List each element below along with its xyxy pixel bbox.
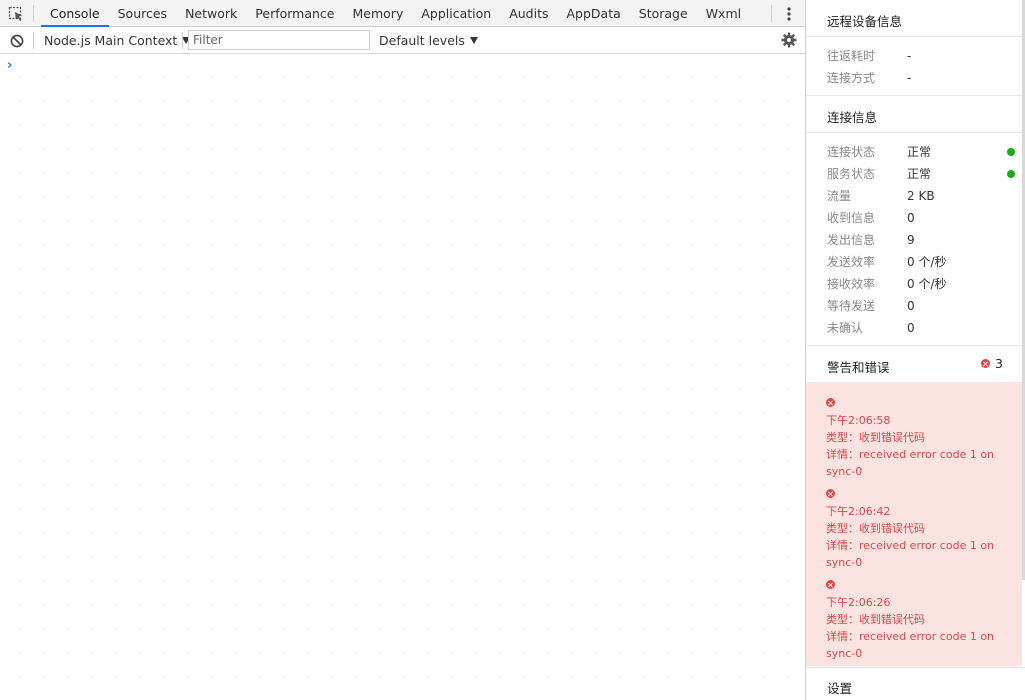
error-count: 3 (995, 356, 1003, 371)
remote-device-info-title: 远程设备信息 (827, 14, 903, 29)
info-label: 服务状态 (827, 167, 876, 181)
devtools-tabbar: Console Sources Network Performance Memo… (0, 0, 805, 27)
status-ok-icon (1007, 170, 1015, 178)
info-value: - (907, 71, 912, 85)
info-label: 收到信息 (827, 211, 876, 225)
info-label: 接收效率 (827, 277, 876, 291)
info-label: 发出信息 (827, 233, 876, 247)
log-levels-select[interactable]: Default levels (379, 31, 478, 50)
toolbar-separator (33, 5, 34, 22)
error-icon (981, 359, 991, 368)
settings-title[interactable]: 设置 (827, 678, 852, 697)
devtools-tabs: Console Sources Network Performance Memo… (41, 0, 750, 27)
info-value: - (907, 49, 912, 63)
info-row-send-rate: 发送效率 0 个/秒 (827, 251, 1017, 273)
tab-storage[interactable]: Storage (630, 0, 697, 27)
info-label: 连接方式 (827, 71, 876, 85)
divider (806, 667, 1025, 668)
info-row-received: 收到信息 0 (827, 207, 1017, 229)
info-row-connection-type: 连接方式 - (827, 67, 1017, 89)
log-levels-label: Default levels (379, 33, 465, 48)
error-detail: 详情：received error code 1 on sync-0 (826, 630, 995, 660)
info-label: 流量 (827, 189, 852, 203)
error-icon (826, 489, 835, 498)
info-row-pending: 等待发送 0 (827, 295, 1017, 317)
info-label: 连接状态 (827, 145, 876, 159)
info-value: 正常 (907, 145, 932, 159)
connection-info-title: 连接信息 (827, 110, 878, 125)
more-options-icon[interactable] (780, 4, 798, 24)
error-entry: 下午2:06:42 类型：收到错误代码 详情：received error co… (826, 485, 1011, 571)
console-prompt[interactable]: › (7, 58, 12, 73)
tab-console[interactable]: Console (41, 0, 109, 27)
tab-wxml[interactable]: Wxml (697, 0, 750, 27)
clear-console-icon[interactable] (8, 32, 25, 49)
error-icon (826, 398, 835, 407)
error-time: 下午2:06:26 (826, 596, 891, 609)
info-row-sent: 发出信息 9 (827, 229, 1017, 251)
error-count-badge[interactable]: 3 (981, 356, 1003, 371)
error-time: 下午2:06:42 (826, 505, 891, 518)
error-detail: 详情：received error code 1 on sync-0 (826, 539, 995, 569)
error-time: 下午2:06:58 (826, 414, 891, 427)
error-entry: 下午2:06:26 类型：收到错误代码 详情：received error co… (826, 576, 1011, 662)
info-label: 未确认 (827, 321, 864, 335)
info-value: 0 个/秒 (907, 255, 947, 269)
info-label: 发送效率 (827, 255, 876, 269)
tab-sources[interactable]: Sources (109, 0, 176, 27)
devtools-panel: Console Sources Network Performance Memo… (0, 0, 805, 700)
remote-debug-panel: 远程设备信息 往返耗时 - 连接方式 - 连接信息 连接状态 正常 服务状态 正… (805, 0, 1025, 700)
info-value: 正常 (907, 167, 932, 181)
warnings-errors-title: 警告和错误 (827, 360, 890, 375)
error-type: 类型：收到错误代码 (826, 522, 925, 535)
info-row-receive-rate: 接收效率 0 个/秒 (827, 273, 1017, 295)
info-value: 0 (907, 299, 915, 313)
gear-icon[interactable] (779, 30, 799, 50)
context-select[interactable]: Node.js Main Context (36, 31, 196, 50)
info-value: 9 (907, 233, 915, 247)
error-icon (826, 580, 835, 589)
info-row-service-status: 服务状态 正常 (827, 163, 1017, 185)
error-detail: 详情：received error code 1 on sync-0 (826, 448, 995, 478)
info-label: 往返耗时 (827, 49, 876, 63)
info-value: 0 个/秒 (907, 277, 947, 291)
info-value: 0 (907, 211, 915, 225)
divider (806, 36, 1025, 37)
divider (806, 345, 1025, 346)
divider (806, 95, 1025, 96)
tab-network[interactable]: Network (176, 0, 246, 27)
tab-audits[interactable]: Audits (500, 0, 557, 27)
error-type: 类型：收到错误代码 (826, 613, 925, 626)
info-row-rtt: 往返耗时 - (827, 45, 1017, 67)
tab-memory[interactable]: Memory (344, 0, 413, 27)
info-value: 0 (907, 321, 915, 335)
console-output[interactable]: › (0, 55, 805, 700)
divider (806, 132, 1025, 133)
filter-input[interactable] (188, 30, 370, 50)
tab-performance[interactable]: Performance (246, 0, 343, 27)
info-value: 2 KB (907, 189, 935, 203)
error-list: 下午2:06:58 类型：收到错误代码 详情：received error co… (806, 382, 1022, 666)
toolbar-separator (771, 5, 772, 22)
info-row-traffic: 流量 2 KB (827, 185, 1017, 207)
info-row-connection-status: 连接状态 正常 (827, 141, 1017, 163)
toolbar-separator (182, 32, 183, 49)
tab-application[interactable]: Application (412, 0, 500, 27)
error-type: 类型：收到错误代码 (826, 431, 925, 444)
info-label: 等待发送 (827, 299, 876, 313)
toolbar-separator (33, 32, 34, 49)
status-ok-icon (1007, 148, 1015, 156)
context-select-label: Node.js Main Context (44, 33, 178, 48)
chevron-down-icon (469, 37, 478, 44)
error-entry: 下午2:06:58 类型：收到错误代码 详情：received error co… (826, 394, 1011, 480)
tab-appdata[interactable]: AppData (557, 0, 629, 27)
console-toolbar: Node.js Main Context Default levels (0, 27, 805, 54)
inspect-element-icon[interactable] (6, 4, 26, 24)
info-row-unacked: 未确认 0 (827, 317, 1017, 339)
